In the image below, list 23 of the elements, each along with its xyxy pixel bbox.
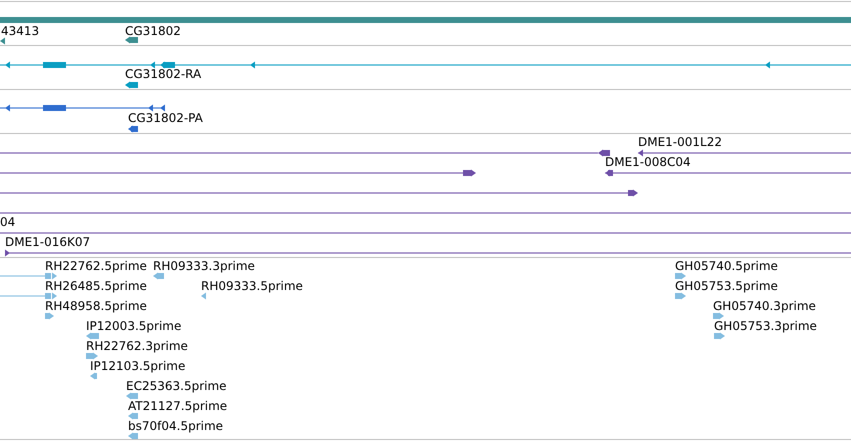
feature-label: RH09333.5prime [201, 279, 303, 293]
feature-label: EC25363.5prime [126, 379, 227, 393]
feature-label: CG31802 [125, 24, 181, 38]
feature-label: GH05740.3prime [713, 299, 816, 313]
feature-label: bs70f04.5prime [128, 419, 224, 433]
feature-label: RH09333.3prime [153, 259, 255, 273]
feature-label: IP12103.5prime [90, 359, 186, 373]
feature-label: RH22762.5prime [45, 259, 147, 273]
feature-label: GH05753.3prime [714, 319, 817, 333]
feature-label: RH22762.3prime [86, 339, 188, 353]
feature-label: 04 [0, 215, 16, 229]
feature-label: CG31802-RA [125, 67, 202, 81]
feature-label: CG31802-PA [128, 111, 203, 125]
feature-label: DME1-008C04 [605, 155, 691, 169]
feature-label: GH05740.5prime [675, 259, 778, 273]
feature-label: GH05753.5prime [675, 279, 778, 293]
feature-label: RH26485.5prime [45, 279, 147, 293]
feature-label: DME1-016K07 [5, 235, 90, 249]
feature-label: AT21127.5prime [128, 399, 228, 413]
feature-label: IP12003.5prime [86, 319, 182, 333]
feature-label: DME1-001L22 [638, 135, 722, 149]
feature-label: 43413 [1, 24, 40, 38]
feature-label: RH48958.5prime [45, 299, 147, 313]
